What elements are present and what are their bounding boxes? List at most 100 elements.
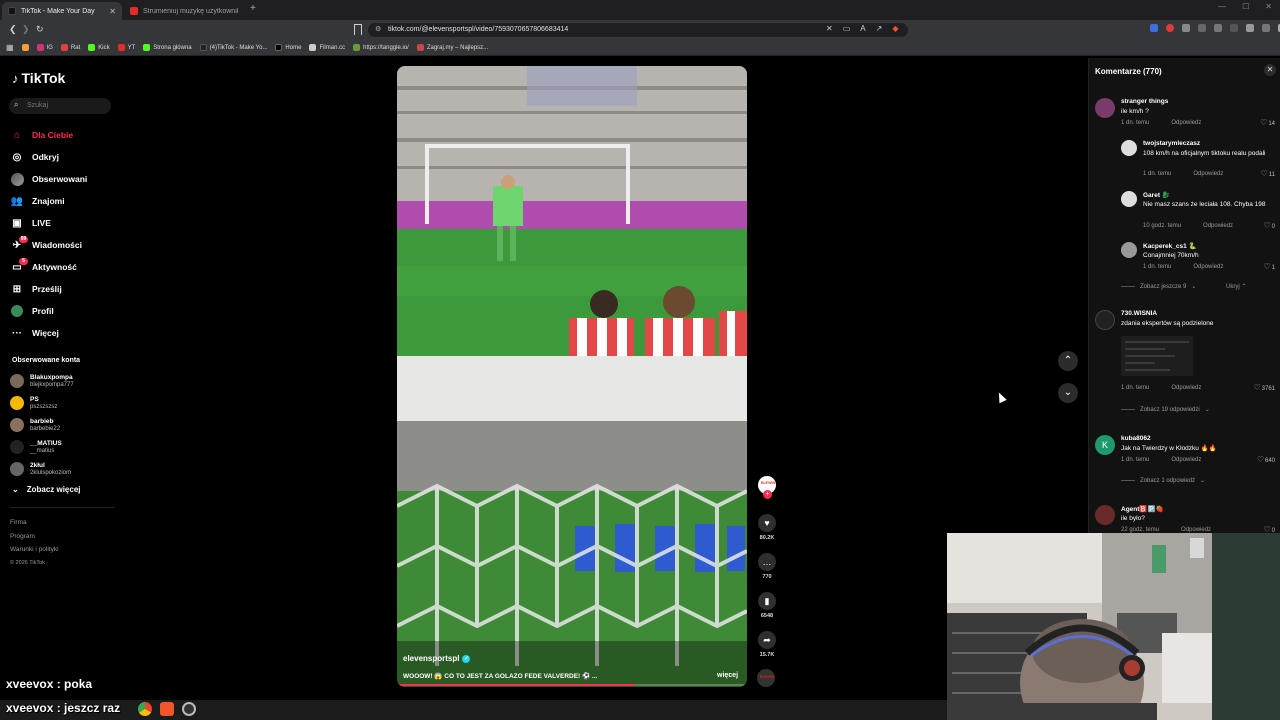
maximize-icon[interactable]: ☐ bbox=[1242, 2, 1249, 11]
nav-for-you[interactable]: ⌂ Dla Ciebie bbox=[10, 124, 120, 146]
followed-account[interactable]: barbieb barbebie22 bbox=[10, 414, 120, 436]
comment-like[interactable]: ♡1 bbox=[1263, 262, 1275, 271]
extension-icon[interactable] bbox=[1166, 24, 1174, 32]
reload-icon[interactable]: ↻ bbox=[36, 24, 44, 35]
translate-icon[interactable]: A bbox=[860, 24, 865, 33]
close-comments-icon[interactable]: ✕ bbox=[1264, 64, 1276, 76]
comment-like[interactable]: ♡0 bbox=[1263, 221, 1275, 230]
nav-following[interactable]: Obserwowani bbox=[10, 168, 120, 190]
mute-icon[interactable]: ✕ bbox=[826, 24, 833, 33]
video-progress-bar[interactable] bbox=[397, 684, 747, 686]
brave-icon[interactable] bbox=[160, 702, 174, 716]
minimize-icon[interactable]: — bbox=[1218, 2, 1226, 11]
comment-like[interactable]: ♡11 bbox=[1261, 169, 1275, 178]
caption-more-button[interactable]: więcej bbox=[717, 672, 738, 679]
extension-icon[interactable] bbox=[1150, 24, 1158, 32]
avatar[interactable]: K bbox=[1095, 435, 1115, 455]
comment-like[interactable]: ♡640 bbox=[1257, 455, 1275, 464]
cast-icon[interactable]: ▭ bbox=[843, 24, 851, 33]
save-button[interactable]: ▮ 6548 bbox=[757, 592, 777, 619]
bookmark-item[interactable]: Zagraj.my – Najlepsz... bbox=[416, 44, 488, 51]
bookmark-item[interactable]: Home bbox=[275, 44, 301, 51]
video-author[interactable]: elevensportspl ✓ bbox=[403, 654, 471, 663]
video-player[interactable]: elevensportspl ✓ WOOOW! 😱 CO TO JEST ZA … bbox=[397, 66, 747, 687]
see-more-button[interactable]: ⌄ Zobacz więcej bbox=[12, 485, 81, 494]
avatar[interactable] bbox=[1095, 505, 1115, 525]
comment-user[interactable]: Garet 🐉 bbox=[1143, 191, 1170, 199]
avatar[interactable] bbox=[1121, 242, 1137, 258]
comment-user[interactable]: 730.WISNIA bbox=[1121, 310, 1157, 317]
followed-account[interactable]: 2kłul 2klulspokoziom bbox=[10, 458, 120, 480]
comment-button[interactable]: … 770 bbox=[757, 553, 777, 580]
bookmark-item[interactable]: YT bbox=[117, 44, 135, 51]
reply-button[interactable]: Odpowiedz bbox=[1171, 120, 1201, 126]
music-icon[interactable] bbox=[1246, 24, 1254, 32]
follow-plus-icon[interactable]: + bbox=[763, 490, 772, 499]
next-video-button[interactable]: ⌄ bbox=[1058, 383, 1078, 403]
close-tab-icon[interactable]: ✕ bbox=[109, 7, 116, 16]
bookmark-item[interactable]: (4)TikTok - Make Yo... bbox=[199, 44, 267, 51]
close-window-icon[interactable]: ✕ bbox=[1265, 2, 1272, 11]
avatar[interactable] bbox=[1095, 310, 1115, 330]
extension-icon[interactable] bbox=[1182, 24, 1190, 32]
nav-explore[interactable]: ◎ Odkryj bbox=[10, 146, 120, 168]
previous-video-button[interactable]: ⌃ bbox=[1058, 351, 1078, 371]
tab-music[interactable]: Strumieniuj muzykę użytkownika ni... bbox=[124, 2, 244, 20]
bookmark-item[interactable]: https://tanggle.io/ bbox=[353, 44, 409, 51]
reply-button[interactable]: Odpowiedz bbox=[1171, 385, 1201, 391]
nav-live[interactable]: ▣ LIVE bbox=[10, 212, 120, 234]
obs-icon[interactable] bbox=[182, 702, 196, 716]
creator-avatar[interactable]: ELEVEN + bbox=[758, 476, 776, 499]
view-more-replies-button[interactable]: Zobacz jeszcze 9 ⌄ bbox=[1121, 283, 1196, 290]
bookmark-item[interactable] bbox=[21, 44, 29, 51]
reply-button[interactable]: Odpowiedz bbox=[1193, 171, 1223, 177]
reply-button[interactable]: Odpowiedz bbox=[1203, 223, 1233, 229]
hide-replies-button[interactable]: Ukryj ⌃ bbox=[1226, 283, 1246, 290]
tiktok-logo[interactable]: ♪ TikTok bbox=[12, 70, 65, 86]
extension-icon[interactable] bbox=[1198, 24, 1206, 32]
avatar[interactable] bbox=[1095, 98, 1115, 118]
back-icon[interactable]: ❮ bbox=[9, 24, 17, 35]
new-tab-icon[interactable]: + bbox=[250, 3, 256, 14]
brave-shield-icon[interactable]: ◆ bbox=[892, 24, 898, 33]
bookmark-item[interactable]: IG bbox=[36, 44, 53, 51]
view-more-replies-button[interactable]: Zobacz 19 odpowiedzi ⌄ bbox=[1121, 406, 1210, 413]
comment-user[interactable]: Agent🅱️🅿️🍓 bbox=[1121, 505, 1164, 513]
followed-account[interactable]: PS pszszszsz bbox=[10, 392, 120, 414]
site-info-icon[interactable]: ⚙ bbox=[375, 25, 381, 33]
avatar[interactable] bbox=[1121, 191, 1137, 207]
comment-image[interactable] bbox=[1121, 336, 1193, 376]
nav-activity[interactable]: ▭ 5 Aktywność bbox=[10, 256, 120, 278]
bookmark-item[interactable]: Filman.cc bbox=[309, 44, 345, 51]
comment-user[interactable]: twojstarymleczasz bbox=[1143, 140, 1200, 147]
music-disc[interactable]: ELEVEN bbox=[757, 669, 775, 687]
comment-user[interactable]: stranger things bbox=[1121, 98, 1168, 105]
comment-user[interactable]: Kacperek_cs1 🐍 bbox=[1143, 242, 1197, 250]
comment-like[interactable]: ♡14 bbox=[1260, 118, 1275, 127]
followed-account[interactable]: __MATIUS __matius bbox=[10, 436, 120, 458]
footer-link-terms[interactable]: Warunki i polityki bbox=[10, 543, 59, 557]
share-button[interactable]: ➦ 15.7K bbox=[757, 631, 777, 658]
chrome-icon[interactable] bbox=[138, 702, 152, 716]
search-input[interactable]: ⌕ Szukaj bbox=[9, 98, 111, 114]
nav-messages[interactable]: ✈ 99 Wiadomości bbox=[10, 234, 120, 256]
share-icon[interactable]: ↗ bbox=[876, 24, 883, 33]
extension-icon[interactable] bbox=[1230, 24, 1238, 32]
apps-grid-icon[interactable]: ▦ bbox=[6, 43, 14, 52]
nav-upload[interactable]: ⊞ Prześlij bbox=[10, 278, 120, 300]
wallet-icon[interactable] bbox=[1262, 24, 1270, 32]
nav-friends[interactable]: 👥 Znajomi bbox=[10, 190, 120, 212]
like-button[interactable]: ♥ 80.2K bbox=[757, 514, 777, 541]
bookmark-item[interactable]: Strona główna bbox=[143, 44, 192, 51]
footer-link-company[interactable]: Firma bbox=[10, 516, 59, 530]
comment-user[interactable]: kuba8062 bbox=[1121, 435, 1151, 442]
view-more-replies-button[interactable]: Zobacz 1 odpowiedź ⌄ bbox=[1121, 477, 1205, 484]
avatar[interactable] bbox=[1121, 140, 1137, 156]
bookmark-item[interactable]: Rat bbox=[60, 44, 80, 51]
comment-like[interactable]: ♡3761 bbox=[1253, 383, 1275, 392]
reply-button[interactable]: Odpowiedz bbox=[1193, 264, 1223, 270]
bookmark-icon[interactable] bbox=[354, 24, 362, 35]
forward-icon[interactable]: ❯ bbox=[22, 24, 30, 35]
bookmark-item[interactable]: Kick bbox=[88, 44, 110, 51]
nav-profile[interactable]: Profil bbox=[10, 300, 120, 322]
